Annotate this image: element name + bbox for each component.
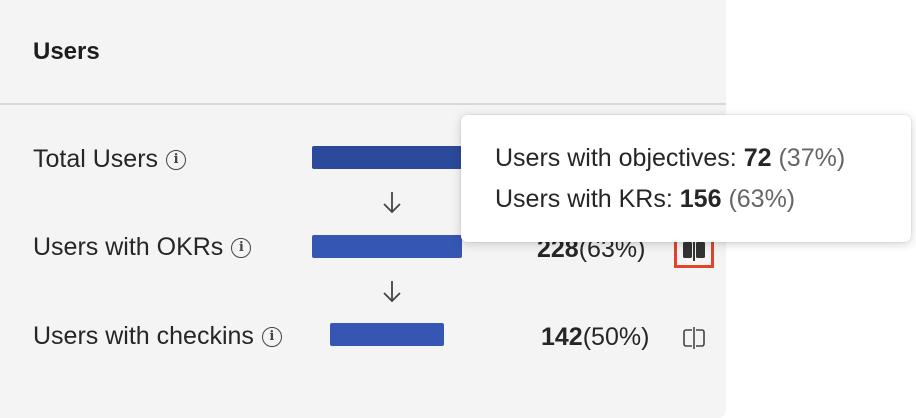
tooltip-line-objectives: Users with objectives: 72 (37%)	[495, 144, 846, 172]
checkins-percent: (50%)	[582, 323, 650, 351]
split-view-icon[interactable]	[681, 326, 707, 350]
row-total-users: Total Users i	[33, 145, 187, 174]
card-divider	[0, 103, 726, 105]
split-view-icon	[683, 239, 705, 261]
row-users-with-okrs: Users with OKRs i	[33, 233, 252, 262]
row-label: Total Users	[33, 145, 159, 173]
funnel-bar-users-with-checkins	[330, 323, 444, 346]
funnel-bar-total-users	[312, 146, 462, 169]
tooltip-line-krs: Users with KRs: 156 (63%)	[495, 185, 796, 213]
row-users-with-checkins: Users with checkins i	[33, 322, 282, 351]
arrow-down-icon	[383, 192, 401, 214]
funnel-bar-users-with-okrs	[312, 235, 462, 258]
okr-breakdown-tooltip: Users with objectives: 72 (37%) Users wi…	[461, 115, 911, 242]
arrow-down-icon	[383, 281, 401, 303]
row-label: Users with checkins	[33, 322, 254, 350]
checkins-count: 142	[541, 323, 583, 351]
info-icon[interactable]: i	[261, 326, 282, 347]
card-title: Users	[33, 38, 100, 65]
info-icon[interactable]: i	[231, 237, 252, 258]
checkins-value: 142(50%)	[541, 323, 649, 352]
info-icon[interactable]: i	[166, 149, 187, 170]
row-label: Users with OKRs	[33, 233, 224, 261]
